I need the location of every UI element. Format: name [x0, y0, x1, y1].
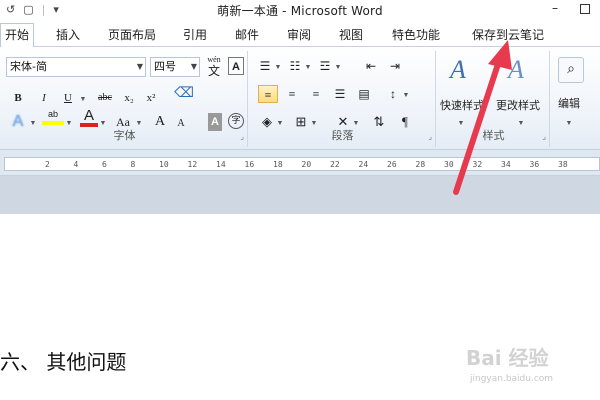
quick-styles-icon[interactable]: A [450, 55, 466, 85]
ribbon-tabs: 开始 插入 页面布局 引用 邮件 审阅 视图 特色功能 保存到云笔记 [0, 23, 600, 47]
ruler-mark: 32 [472, 160, 483, 169]
editing-label[interactable]: 编辑 [558, 95, 580, 111]
window-controls: – [552, 0, 590, 16]
underline-button[interactable]: U [60, 89, 76, 107]
window-title: 萌新一本通 - Microsoft Word [217, 4, 383, 18]
dialog-launcher-icon[interactable]: ⌟ [428, 132, 432, 141]
ruler-mark: 30 [444, 160, 454, 169]
underline-dropdown-icon[interactable]: ▼ [78, 89, 88, 107]
ruler-band: 2 4 6 8 10 12 14 16 18 20 22 24 26 28 30 32 34 36 38 [0, 150, 600, 176]
chevron-down-icon[interactable]: ▼ [402, 85, 410, 103]
document-heading: 六、 其他问题 [0, 350, 127, 374]
ruler-mark: 8 [130, 160, 136, 169]
multilevel-list-icon[interactable]: ☲ [316, 57, 334, 75]
ruler-mark: 38 [558, 160, 568, 169]
ruler-mark: 24 [358, 160, 369, 169]
ruler-mark: 2 [45, 160, 50, 169]
ruler-mark: 14 [216, 160, 226, 169]
ruler-mark: 16 [244, 160, 255, 169]
document-margin-area [0, 176, 600, 214]
bold-button[interactable]: B [10, 89, 26, 107]
title-bar: ↺ ▢ | ▾ 萌新一本通 - Microsoft Word – [0, 0, 600, 20]
tab-home[interactable]: 开始 [0, 23, 35, 47]
font-name-combo[interactable]: 宋体-简 ▼ [6, 57, 146, 77]
increase-indent-icon[interactable]: ⇥ [386, 57, 404, 75]
strikethrough-button[interactable]: abc [94, 89, 116, 107]
chevron-down-icon[interactable]: ▼ [304, 57, 312, 75]
phonetic-guide-button[interactable]: wén 文 [204, 55, 224, 77]
character-border-button[interactable]: A [228, 57, 244, 75]
bullets-icon[interactable]: ☰ [256, 57, 274, 75]
chevron-down-icon[interactable]: ▼ [334, 57, 342, 75]
chevron-down-icon[interactable]: ▼ [274, 57, 282, 75]
ruler-mark: 28 [415, 160, 426, 169]
align-right-icon[interactable]: ≡ [306, 85, 326, 103]
change-styles-icon[interactable]: A [508, 55, 524, 85]
horizontal-ruler[interactable]: 2 4 6 8 10 12 14 16 18 20 22 24 26 28 30 32 34 36 38 [4, 157, 600, 171]
font-color-button[interactable]: A [80, 107, 98, 127]
align-left-icon[interactable]: ≡ [258, 85, 278, 103]
watermark-brand: Bai 经验 [466, 346, 549, 370]
ruler-mark: 26 [387, 160, 397, 169]
ruler-mark: 4 [73, 160, 79, 169]
watermark: Bai 经验 jingyan.baidu.com [466, 342, 596, 392]
styles-group-label: 样式 [482, 129, 505, 142]
highlight-color-bar [42, 121, 64, 125]
dialog-launcher-icon[interactable]: ⌟ [542, 132, 546, 141]
italic-button[interactable]: I [36, 89, 52, 107]
phonetic-char: 文 [207, 64, 220, 78]
watermark-url: jingyan.baidu.com [470, 374, 554, 384]
numbering-icon[interactable]: ☷ [286, 57, 304, 75]
maximize-button[interactable] [580, 4, 590, 14]
ruler-mark: 18 [273, 160, 283, 169]
font-name-value: 宋体-简 [10, 60, 47, 73]
highlighter-icon: ab [47, 109, 58, 119]
clear-formatting-icon[interactable]: ⌫ [174, 85, 194, 103]
font-color-letter: A [83, 107, 94, 124]
change-styles-label[interactable]: 更改样式 [496, 97, 540, 113]
tab-review[interactable]: 审阅 [287, 24, 311, 46]
font-size-value: 四号 [154, 60, 176, 73]
ruler-mark: 6 [102, 160, 107, 169]
tab-save-to-cloud-notes[interactable]: 保存到云笔记 [472, 24, 544, 46]
ruler-mark: 36 [529, 160, 540, 169]
font-group-label: 字体 [113, 129, 136, 142]
justify-icon[interactable]: ☰ [330, 85, 350, 103]
tab-special-features[interactable]: 特色功能 [392, 24, 440, 46]
chevron-down-icon[interactable]: ▼ [564, 113, 574, 131]
binoculars-icon[interactable]: ⌕ [558, 57, 584, 83]
tab-mailings[interactable]: 邮件 [235, 24, 259, 46]
minimize-button[interactable]: – [552, 0, 558, 16]
subscript-button[interactable]: x₂ [120, 89, 138, 107]
ruler-mark: 20 [301, 160, 312, 169]
chevron-down-icon[interactable]: ▼ [191, 58, 197, 76]
quick-styles-label[interactable]: 快速样式 [440, 97, 484, 113]
line-spacing-icon[interactable]: ↕ [384, 85, 402, 103]
dialog-launcher-icon[interactable]: ⌟ [240, 132, 244, 141]
editing-group: ⌕ 编辑 ▼ [552, 51, 596, 147]
align-center-icon[interactable]: ≡ [282, 85, 302, 103]
distributed-icon[interactable]: ▤ [354, 85, 374, 103]
tab-insert[interactable]: 插入 [56, 24, 80, 46]
font-size-combo[interactable]: 四号 ▼ [150, 57, 200, 77]
styles-group: A A 快速样式 更改样式 ▼ ▼ 样式 ⌟ [438, 51, 550, 147]
ruler-mark: 10 [159, 160, 169, 169]
chevron-down-icon[interactable]: ▼ [137, 58, 143, 76]
decrease-indent-icon[interactable]: ⇤ [362, 57, 380, 75]
ruler-mark: 22 [330, 160, 340, 169]
tab-view[interactable]: 视图 [339, 24, 363, 46]
tab-references[interactable]: 引用 [183, 24, 207, 46]
paragraph-group-label: 段落 [331, 129, 354, 142]
tab-page-layout[interactable]: 页面布局 [108, 24, 156, 46]
ruler-mark: 34 [501, 160, 511, 169]
text-highlight-button[interactable]: ab [42, 109, 64, 127]
ribbon: 宋体-简 ▼ 四号 ▼ wén 文 A B I U ▼ abc x₂ x² ⌫ … [0, 47, 600, 150]
ruler-mark: 12 [187, 160, 198, 169]
superscript-button[interactable]: x² [142, 89, 160, 107]
paragraph-group: ☰ ▼ ☷ ▼ ☲ ▼ ⇤ ⇥ ≡ ≡ ≡ ☰ ▤ ↕ ▼ ◈ ▼ ⊞ ▼ ✕ … [250, 51, 436, 147]
font-group: 宋体-简 ▼ 四号 ▼ wén 文 A B I U ▼ abc x₂ x² ⌫ … [2, 51, 248, 147]
